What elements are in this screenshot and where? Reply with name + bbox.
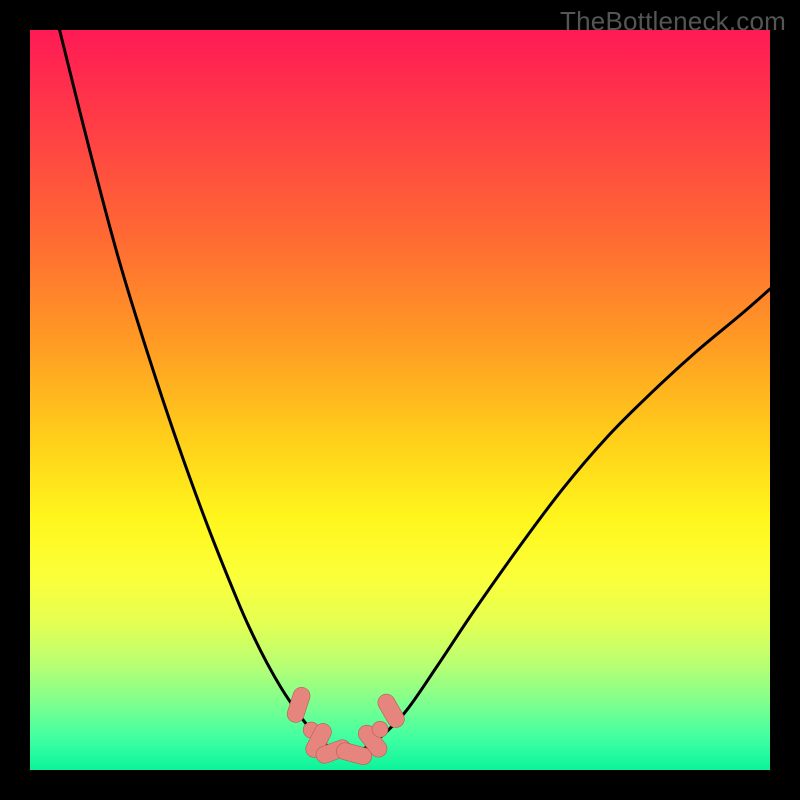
series-group: [60, 30, 770, 754]
chart-frame: TheBottleneck.com: [0, 0, 800, 800]
chart-svg: [30, 30, 770, 770]
plot-area: [30, 30, 770, 770]
marker-dot-6: [372, 721, 388, 737]
marker-pill-0: [285, 685, 312, 724]
series-right-branch: [370, 289, 770, 745]
series-left-branch: [60, 30, 330, 748]
markers-group: [285, 685, 408, 766]
